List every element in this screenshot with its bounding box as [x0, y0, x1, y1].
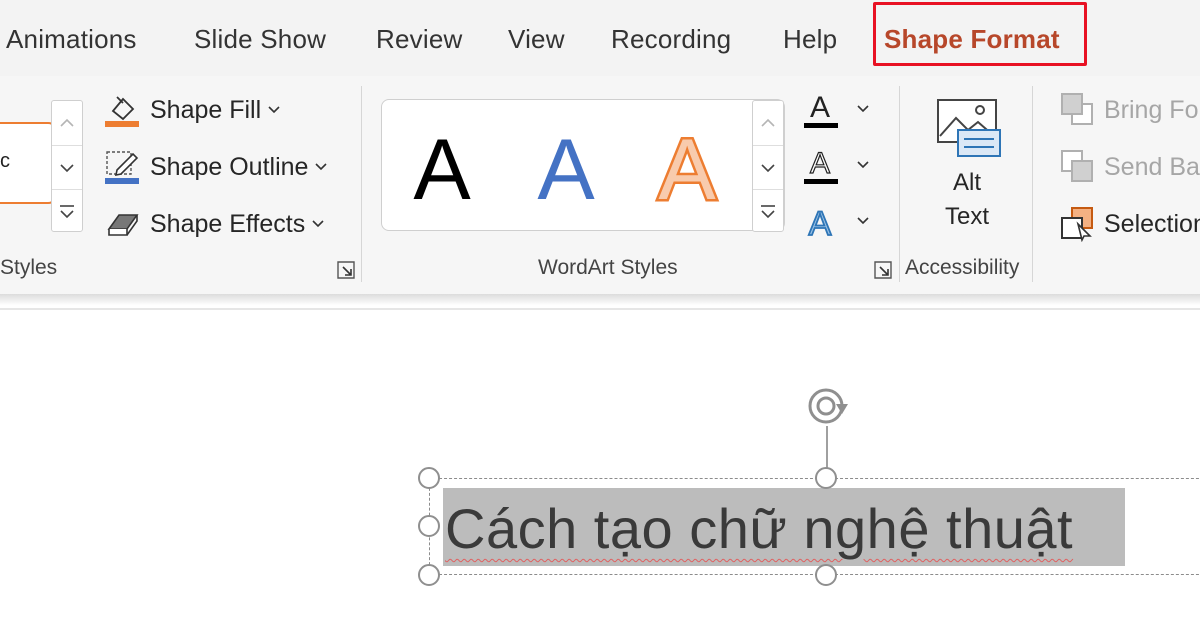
svg-text:A: A — [658, 123, 716, 213]
shape-effects-button[interactable]: Shape Effects — [102, 204, 325, 244]
wordart-style-black[interactable]: A — [387, 118, 497, 218]
slide-canvas[interactable] — [0, 310, 1200, 630]
resize-handle-top-left[interactable] — [418, 467, 440, 489]
shape-style-preview-text: c — [0, 150, 10, 172]
gallery-more-button[interactable] — [52, 189, 82, 233]
tab-help[interactable]: Help — [783, 24, 837, 55]
svg-text:A: A — [810, 91, 830, 124]
chevron-down-icon — [857, 161, 869, 169]
text-fill-icon: A — [804, 91, 838, 128]
more-gallery-icon — [761, 204, 775, 218]
shape-effects-icon — [102, 205, 142, 243]
wordart-styles-group-label: WordArt Styles — [538, 256, 678, 279]
chevron-down-icon — [315, 163, 328, 171]
resize-handle-bottom-left[interactable] — [418, 564, 440, 586]
wordart-orange-a-icon: A — [656, 123, 719, 213]
wordart-style-blue[interactable]: A — [511, 118, 621, 218]
shape-outline-button[interactable]: Shape Outline — [102, 147, 328, 187]
wordart-scroll-up-button[interactable] — [753, 101, 783, 145]
dialog-launcher-icon[interactable] — [336, 260, 356, 280]
wordart-blue-a-icon: A — [537, 123, 595, 213]
alt-text-icon — [937, 99, 1001, 157]
rotation-handle[interactable] — [802, 380, 862, 432]
dialog-launcher-icon[interactable] — [873, 260, 893, 280]
wordart-scroll-down-button[interactable] — [753, 145, 783, 189]
paint-bucket-icon — [102, 91, 142, 129]
shape-fill-label: Shape Fill — [150, 95, 262, 124]
wordart-style-orange-outline[interactable]: A — [632, 118, 742, 218]
resize-handle-bottom-center[interactable] — [815, 564, 837, 586]
gallery-scroll-down-button[interactable] — [52, 145, 82, 189]
tab-animations[interactable]: Animations — [6, 24, 137, 55]
send-backward-icon — [1060, 148, 1096, 186]
bring-forward-icon — [1060, 91, 1096, 129]
wordart-black-a-icon: A — [413, 123, 471, 213]
shape-fill-button[interactable]: Shape Fill — [102, 90, 281, 130]
text-outline-button[interactable]: A — [800, 142, 880, 188]
chevron-down-icon — [761, 163, 775, 172]
chevron-down-icon — [857, 217, 869, 225]
bring-forward-button[interactable]: Bring Fo — [1060, 90, 1198, 130]
tab-view[interactable]: View — [508, 24, 565, 55]
svg-text:A: A — [809, 205, 832, 243]
tab-review[interactable]: Review — [376, 24, 462, 55]
shape-effects-label: Shape Effects — [150, 209, 306, 238]
resize-handle-middle-left[interactable] — [418, 515, 440, 537]
group-separator — [1032, 86, 1033, 282]
text-effects-icon: A — [808, 204, 833, 243]
svg-text:A: A — [810, 147, 830, 180]
resize-handle-top-center[interactable] — [815, 467, 837, 489]
accessibility-group-label: Accessibility — [905, 256, 1020, 279]
chevron-up-icon — [761, 118, 775, 127]
bring-forward-label: Bring Fo — [1104, 95, 1199, 124]
text-outline-icon: A — [804, 146, 838, 184]
more-gallery-icon — [60, 204, 74, 218]
shape-styles-gallery-scroll — [51, 100, 83, 232]
chevron-up-icon — [60, 118, 74, 127]
ribbon-tab-bar: Animations Slide Show Review View Record… — [0, 0, 1200, 76]
send-backward-label: Send Bac — [1104, 152, 1200, 181]
group-separator — [899, 86, 900, 282]
rotate-icon — [808, 388, 848, 424]
selection-pane-label: Selection — [1104, 209, 1200, 238]
slide-text[interactable]: Cách tạo chữ nghệ thuật — [445, 496, 1073, 561]
shape-outline-label: Shape Outline — [150, 152, 309, 181]
chevron-down-icon — [60, 163, 74, 172]
tab-slide-show[interactable]: Slide Show — [194, 24, 326, 55]
shape-format-highlight-box — [873, 2, 1087, 66]
alt-text-button[interactable]: Alt Text — [930, 96, 1004, 236]
pencil-outline-icon — [102, 148, 142, 186]
selection-pane-button[interactable]: Selection — [1060, 204, 1200, 244]
chevron-down-icon — [268, 106, 280, 114]
svg-text:A: A — [413, 123, 471, 213]
tab-recording[interactable]: Recording — [611, 24, 731, 55]
chevron-down-icon — [312, 220, 324, 228]
group-separator — [361, 86, 362, 282]
wordart-gallery-scroll — [752, 100, 784, 232]
gallery-scroll-up-button[interactable] — [52, 101, 82, 145]
selection-pane-icon — [1060, 205, 1096, 243]
text-effects-button[interactable]: A — [800, 198, 880, 244]
svg-text:A: A — [537, 123, 595, 213]
text-fill-button[interactable]: A — [800, 86, 880, 132]
send-backward-button[interactable]: Send Bac — [1060, 147, 1200, 187]
wordart-more-button[interactable] — [753, 189, 783, 233]
chevron-down-icon — [857, 105, 869, 113]
alt-text-label: Alt Text — [944, 169, 989, 230]
shape-styles-group-label: Styles — [0, 256, 58, 279]
